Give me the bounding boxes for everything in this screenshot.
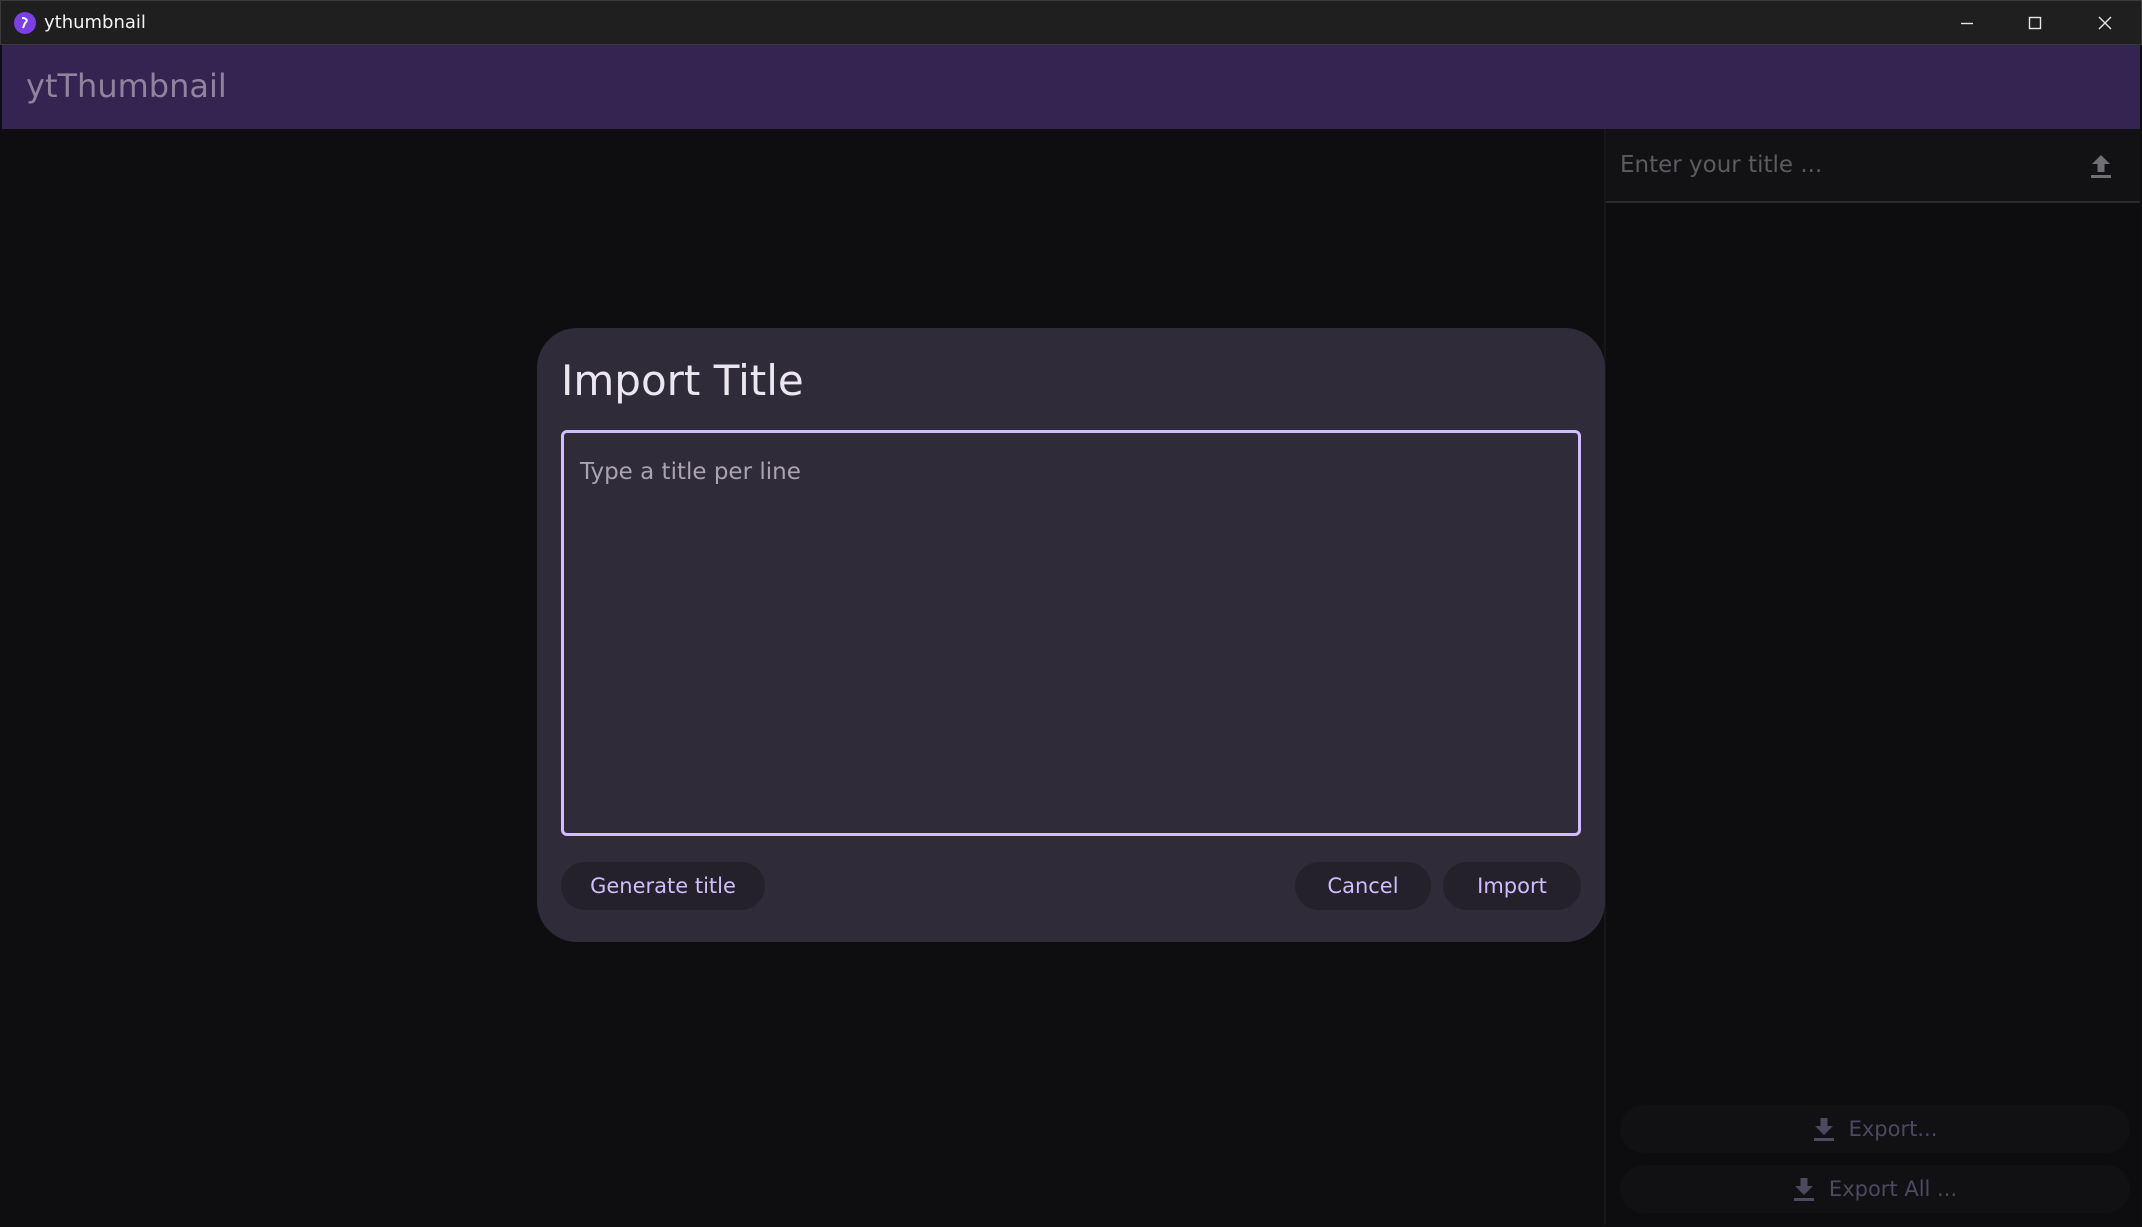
window-titlebar: ythumbnail bbox=[0, 0, 2142, 45]
export-all-label: Export All ... bbox=[1828, 1177, 1958, 1201]
titles-panel: Export... Export All ... bbox=[1604, 129, 2140, 1225]
cancel-button[interactable]: Cancel bbox=[1295, 862, 1431, 910]
app-title: ytThumbnail bbox=[26, 67, 227, 105]
upload-icon[interactable] bbox=[2084, 149, 2118, 183]
generate-title-button[interactable]: Generate title bbox=[561, 862, 765, 910]
window-title: ythumbnail bbox=[44, 12, 146, 33]
maximize-icon bbox=[2028, 16, 2042, 30]
export-button[interactable]: Export... bbox=[1620, 1105, 2130, 1153]
minimize-button[interactable] bbox=[1933, 1, 2001, 45]
import-button[interactable]: Import bbox=[1443, 862, 1581, 910]
titles-textarea[interactable] bbox=[561, 430, 1581, 836]
close-button[interactable] bbox=[2071, 1, 2139, 45]
import-title-dialog: Import Title Generate title Cancel Impor… bbox=[537, 328, 1605, 942]
minimize-icon bbox=[1961, 22, 1973, 25]
download-icon bbox=[1793, 1178, 1814, 1201]
export-label: Export... bbox=[1848, 1117, 1938, 1141]
export-all-button[interactable]: Export All ... bbox=[1620, 1165, 2130, 1213]
close-icon bbox=[2098, 16, 2112, 30]
dialog-title: Import Title bbox=[561, 356, 804, 405]
maximize-button[interactable] bbox=[2001, 1, 2069, 45]
app-logo-icon bbox=[14, 12, 36, 34]
download-icon bbox=[1813, 1118, 1834, 1141]
app-bar: ytThumbnail bbox=[2, 45, 2140, 129]
title-input[interactable] bbox=[1606, 129, 2140, 203]
